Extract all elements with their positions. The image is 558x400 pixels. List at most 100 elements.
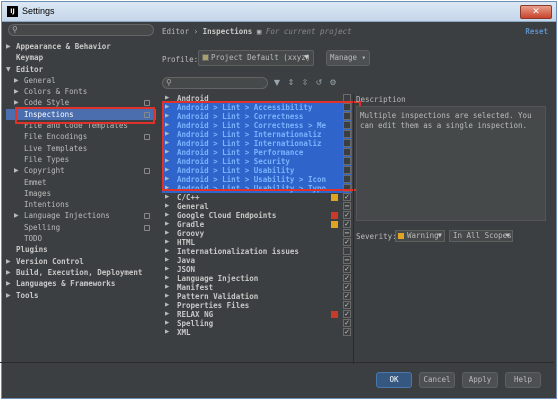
apply-button[interactable]: Apply xyxy=(462,372,498,388)
inspection-row[interactable]: ▶ Google Cloud Endpoints ✓ xyxy=(162,211,352,220)
inspection-row[interactable]: ▶ Manifest ✓ xyxy=(162,283,352,292)
inspection-checkbox[interactable]: ✓ xyxy=(343,274,351,282)
sidebar-item-appearance-behavior[interactable]: ▶ Appearance & Behavior xyxy=(6,41,156,52)
chevron-right-icon[interactable]: ▶ xyxy=(6,256,11,267)
sidebar-item-colors-fonts[interactable]: ▶ Colors & Fonts xyxy=(6,86,156,97)
chevron-right-icon[interactable]: ▶ xyxy=(165,256,169,265)
inspection-checkbox[interactable] xyxy=(343,247,351,255)
sidebar-item-emmet[interactable]: Emmet xyxy=(6,177,156,188)
inspection-checkbox[interactable]: ✓ xyxy=(343,211,351,219)
help-button[interactable]: Help xyxy=(505,372,541,388)
chevron-right-icon[interactable]: ▶ xyxy=(6,290,11,301)
inspection-row[interactable]: ▶ Properties Files ✓ xyxy=(162,301,352,310)
reset-to-default-icon[interactable]: ↺ xyxy=(314,77,324,89)
inspection-checkbox[interactable]: ✓ xyxy=(343,301,351,309)
sidebar-item-images[interactable]: Images xyxy=(6,188,156,199)
chevron-right-icon[interactable]: ▶ xyxy=(165,202,169,211)
sidebar-item-version-control[interactable]: ▶ Version Control xyxy=(6,256,156,267)
inspection-row[interactable]: ▶ Pattern Validation ✓ xyxy=(162,292,352,301)
chevron-right-icon[interactable]: ▶ xyxy=(165,193,169,202)
chevron-right-icon[interactable]: ▶ xyxy=(165,211,169,220)
sidebar-item-keymap[interactable]: Keymap xyxy=(6,52,156,63)
inspection-row[interactable]: ▶ Groovy − xyxy=(162,229,352,238)
chevron-right-icon[interactable]: ▶ xyxy=(14,165,19,176)
inspection-row[interactable]: ▶ General − xyxy=(162,202,352,211)
inspection-row[interactable]: ▶ Java − xyxy=(162,256,352,265)
sidebar-item-editor[interactable]: ▼ Editor xyxy=(6,64,156,75)
chevron-right-icon[interactable]: ▶ xyxy=(165,265,169,274)
inspection-checkbox[interactable]: ✓ xyxy=(343,319,351,327)
inspection-row[interactable]: ▶ JSON ✓ xyxy=(162,265,352,274)
inspection-checkbox[interactable]: − xyxy=(343,202,351,210)
chevron-right-icon[interactable]: ▶ xyxy=(165,229,169,238)
chevron-right-icon[interactable]: ▶ xyxy=(165,301,169,310)
reset-link[interactable]: Reset xyxy=(525,27,548,36)
inspection-checkbox[interactable]: − xyxy=(343,229,351,237)
inspection-checkbox[interactable]: − xyxy=(343,256,351,264)
sidebar-item-todo[interactable]: TODO xyxy=(6,233,156,244)
sidebar-item-intentions[interactable]: Intentions xyxy=(6,199,156,210)
inspection-row[interactable]: ▶ C/C++ ✓ xyxy=(162,193,352,202)
inspection-row[interactable]: ▶ RELAX NG ✓ xyxy=(162,310,352,319)
chevron-right-icon[interactable]: ▶ xyxy=(165,319,169,328)
sidebar-item-build-execution-deployment[interactable]: ▶ Build, Execution, Deployment xyxy=(6,267,156,278)
sidebar-item-label: Emmet xyxy=(24,177,47,187)
inspection-checkbox[interactable]: ✓ xyxy=(343,283,351,291)
chevron-right-icon[interactable]: ▶ xyxy=(165,274,169,283)
chevron-right-icon[interactable]: ▶ xyxy=(165,238,169,247)
chevron-down-icon[interactable]: ▼ xyxy=(6,64,11,75)
inspection-checkbox[interactable]: ✓ xyxy=(343,292,351,300)
filter-icon[interactable]: ▼ xyxy=(272,77,282,89)
sidebar-item-languages-frameworks[interactable]: ▶ Languages & Frameworks xyxy=(6,278,156,289)
chevron-right-icon[interactable]: ▶ xyxy=(14,75,19,86)
collapse-all-icon[interactable]: ⇳ xyxy=(300,77,310,89)
inspection-row[interactable]: ▶ HTML ✓ xyxy=(162,238,352,247)
inspection-checkbox[interactable]: ✓ xyxy=(343,310,351,318)
sidebar-item-general[interactable]: ▶ General xyxy=(6,75,156,86)
scope-select[interactable]: In All Scopes ▼ xyxy=(449,230,513,242)
chevron-right-icon[interactable]: ▶ xyxy=(165,247,169,256)
inspection-search-input[interactable]: ⚲ xyxy=(162,77,268,89)
sidebar-item-copyright[interactable]: ▶ Copyright xyxy=(6,165,156,176)
sidebar-item-tools[interactable]: ▶ Tools xyxy=(6,290,156,301)
chevron-right-icon[interactable]: ▶ xyxy=(6,278,11,289)
inspection-checkbox[interactable]: ✓ xyxy=(343,220,351,228)
sidebar-item-label: Editor xyxy=(16,64,44,74)
chevron-right-icon[interactable]: ▶ xyxy=(6,267,11,278)
chevron-right-icon[interactable]: ▶ xyxy=(165,292,169,301)
chevron-right-icon[interactable]: ▶ xyxy=(165,220,169,229)
chevron-right-icon[interactable]: ▶ xyxy=(6,41,11,52)
inspection-row[interactable]: ▶ Spelling ✓ xyxy=(162,319,352,328)
profile-select[interactable]: Project Default (xxyz) ▼ xyxy=(198,50,314,66)
inspection-row[interactable]: ▶ Language Injection ✓ xyxy=(162,274,352,283)
sidebar-item-spelling[interactable]: Spelling xyxy=(6,222,156,233)
cancel-button[interactable]: Cancel xyxy=(419,372,455,388)
sidebar-item-language-injections[interactable]: ▶ Language Injections xyxy=(6,210,156,221)
sidebar-search-input[interactable]: ⚲ xyxy=(8,24,154,36)
inspection-row[interactable]: ▶ Internationalization issues xyxy=(162,247,352,256)
expand-all-icon[interactable]: ⇕ xyxy=(286,77,296,89)
splitter[interactable] xyxy=(353,94,354,364)
inspection-checkbox[interactable]: ✓ xyxy=(343,328,351,336)
chevron-right-icon[interactable]: ▶ xyxy=(14,86,19,97)
sidebar-item-plugins[interactable]: Plugins xyxy=(6,244,156,255)
inspection-checkbox[interactable]: ✓ xyxy=(343,238,351,246)
sidebar-item-file-types[interactable]: File Types xyxy=(6,154,156,165)
inspection-label: Groovy xyxy=(177,229,205,238)
close-icon[interactable]: ✕ xyxy=(520,5,552,19)
inspection-row[interactable]: ▶ XML ✓ xyxy=(162,328,352,337)
chevron-right-icon[interactable]: ▶ xyxy=(165,328,169,337)
sidebar-item-live-templates[interactable]: Live Templates xyxy=(6,143,156,154)
settings-gear-icon[interactable]: ⚙ xyxy=(328,77,338,89)
chevron-right-icon[interactable]: ▶ xyxy=(14,210,19,221)
chevron-right-icon[interactable]: ▶ xyxy=(165,310,169,319)
ok-button[interactable]: OK xyxy=(376,372,412,388)
inspection-checkbox[interactable]: ✓ xyxy=(343,193,351,201)
manage-button[interactable]: Manage ▾ xyxy=(326,50,370,66)
sidebar-item-file-encodings[interactable]: File Encodings xyxy=(6,131,156,142)
inspection-row[interactable]: ▶ Gradle ✓ xyxy=(162,220,352,229)
severity-select[interactable]: Warning ▼ xyxy=(395,230,445,242)
inspection-checkbox[interactable]: ✓ xyxy=(343,265,351,273)
chevron-right-icon[interactable]: ▶ xyxy=(165,283,169,292)
sidebar-item-label: File Encodings xyxy=(24,132,88,142)
